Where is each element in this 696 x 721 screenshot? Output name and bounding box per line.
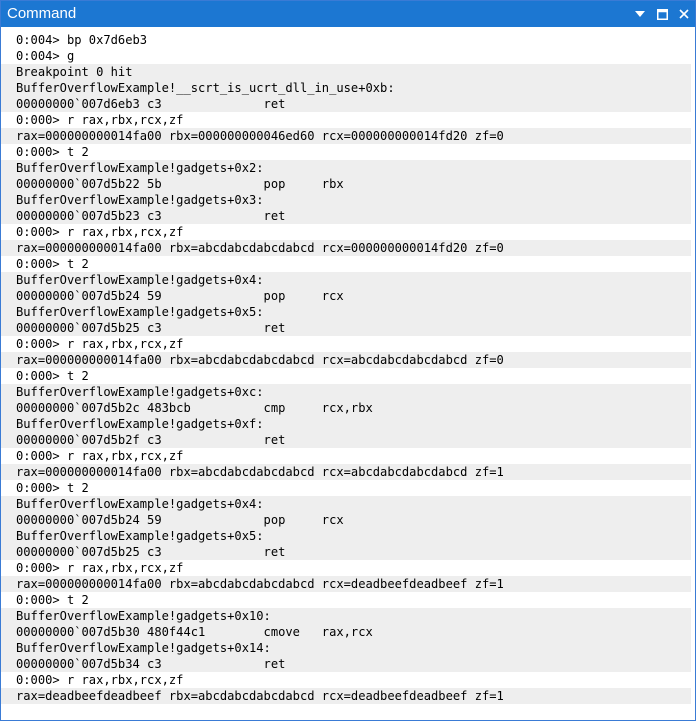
output-line: rax=deadbeefdeadbeef rbx=abcdabcdabcdabc…: [1, 688, 691, 704]
command-output[interactable]: 0:004> bp 0x7d6eb3 0:004> g Breakpoint 0 h…: [1, 27, 695, 704]
command-line: 0:000> t 2: [1, 144, 695, 160]
output-line: 00000000`007d5b2f c3 ret: [1, 432, 691, 448]
maximize-icon[interactable]: [651, 1, 673, 27]
command-line: 0:000> t 2: [1, 368, 695, 384]
output-line: BufferOverflowExample!gadgets+0x3:: [1, 192, 691, 208]
command-line: 0:004> g: [1, 48, 695, 64]
command-line: 0:000> r rax,rbx,rcx,zf: [1, 560, 695, 576]
output-line: Breakpoint 0 hit: [1, 64, 691, 80]
command-line: 0:000> r rax,rbx,rcx,zf: [1, 448, 695, 464]
output-line: 00000000`007d5b30 480f44c1 cmove rax,rcx: [1, 624, 691, 640]
output-line: BufferOverflowExample!gadgets+0x5:: [1, 528, 691, 544]
command-line: 0:000> t 2: [1, 256, 695, 272]
close-icon[interactable]: [673, 1, 695, 27]
output-line: 00000000`007d5b25 c3 ret: [1, 544, 691, 560]
output-line: 00000000`007d5b2c 483bcb cmp rcx,rbx: [1, 400, 691, 416]
output-line: 00000000`007d5b24 59 pop rcx: [1, 288, 691, 304]
output-line: rax=000000000014fa00 rbx=abcdabcdabcdabc…: [1, 576, 691, 592]
output-line: rax=000000000014fa00 rbx=abcdabcdabcdabc…: [1, 352, 691, 368]
title-bar[interactable]: Command: [1, 1, 695, 27]
output-line: 00000000`007d5b22 5b pop rbx: [1, 176, 691, 192]
window-title: Command: [7, 5, 77, 22]
output-line: BufferOverflowExample!__scrt_is_ucrt_dll…: [1, 80, 691, 96]
output-line: BufferOverflowExample!gadgets+0xf:: [1, 416, 691, 432]
output-line: BufferOverflowExample!gadgets+0x4:: [1, 272, 691, 288]
output-line: rax=000000000014fa00 rbx=000000000046ed6…: [1, 128, 691, 144]
output-line: BufferOverflowExample!gadgets+0xc:: [1, 384, 691, 400]
command-line: 0:000> t 2: [1, 592, 695, 608]
output-line: 00000000`007d5b24 59 pop rcx: [1, 512, 691, 528]
command-line: 0:000> t 2: [1, 480, 695, 496]
output-line: BufferOverflowExample!gadgets+0x5:: [1, 304, 691, 320]
output-line: BufferOverflowExample!gadgets+0x10:: [1, 608, 691, 624]
command-line: 0:000> r rax,rbx,rcx,zf: [1, 112, 695, 128]
output-line: 00000000`007d6eb3 c3 ret: [1, 96, 691, 112]
chevron-down-icon[interactable]: [629, 1, 651, 27]
command-line: 0:000> r rax,rbx,rcx,zf: [1, 336, 695, 352]
output-line: rax=000000000014fa00 rbx=abcdabcdabcdabc…: [1, 240, 691, 256]
command-line: 0:004> bp 0x7d6eb3: [1, 32, 695, 48]
output-line: rax=000000000014fa00 rbx=abcdabcdabcdabc…: [1, 464, 691, 480]
output-line: BufferOverflowExample!gadgets+0x4:: [1, 496, 691, 512]
command-line: 0:000> r rax,rbx,rcx,zf: [1, 224, 695, 240]
output-line: BufferOverflowExample!gadgets+0x14:: [1, 640, 691, 656]
command-window: Command 0:004> bp 0x7d6eb3 0:004> g Breakp…: [0, 0, 696, 721]
output-line: 00000000`007d5b34 c3 ret: [1, 656, 691, 672]
command-line: 0:000> r rax,rbx,rcx,zf: [1, 672, 695, 688]
output-line: 00000000`007d5b25 c3 ret: [1, 320, 691, 336]
output-line: 00000000`007d5b23 c3 ret: [1, 208, 691, 224]
output-line: BufferOverflowExample!gadgets+0x2:: [1, 160, 691, 176]
